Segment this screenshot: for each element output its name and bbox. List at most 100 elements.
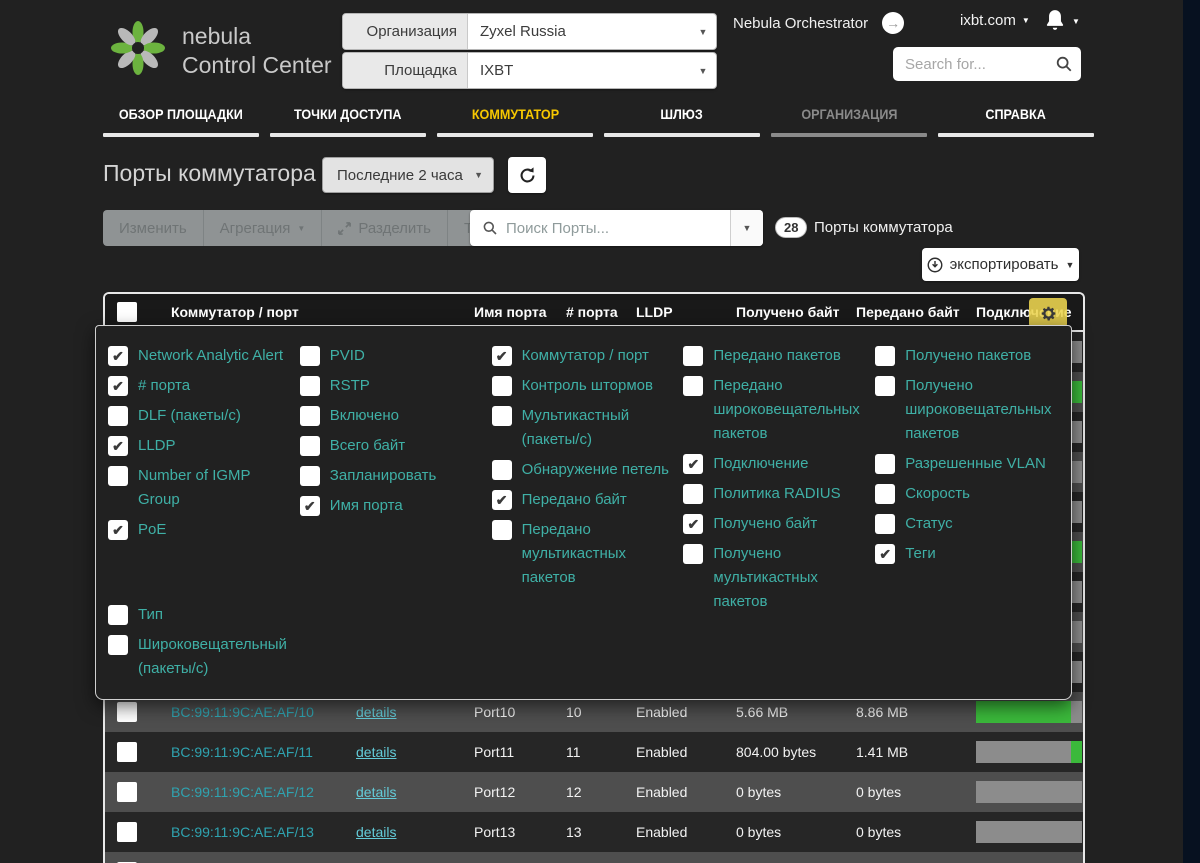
header-received[interactable]: Получено байт — [730, 304, 850, 320]
checkbox-unchecked[interactable] — [683, 544, 703, 564]
details-link[interactable]: details — [356, 824, 396, 840]
column-option[interactable]: Скорость — [875, 482, 1057, 506]
checkbox-unchecked[interactable] — [300, 406, 320, 426]
column-option[interactable]: PVID — [300, 344, 482, 368]
column-option[interactable]: ✔Получено байт — [683, 512, 865, 536]
column-option[interactable]: ✔Коммутатор / порт — [492, 344, 674, 368]
switch-port-link[interactable]: BC:99:11:9C:AE:AF/11 — [171, 744, 313, 760]
details-link[interactable]: details — [356, 704, 396, 720]
checkbox-unchecked[interactable] — [300, 436, 320, 456]
global-search-input[interactable]: Search for... — [893, 47, 1081, 81]
header-lldp[interactable]: LLDP — [630, 304, 730, 320]
column-option[interactable]: Number of IGMP Group — [108, 464, 290, 512]
column-option[interactable]: Передано широковещательных пакетов — [683, 374, 865, 446]
row-checkbox[interactable] — [117, 742, 137, 762]
checkbox-unchecked[interactable] — [875, 484, 895, 504]
column-option[interactable]: Обнаружение петель — [492, 458, 674, 482]
nav-tab-2[interactable]: ТОЧКИ ДОСТУПА — [270, 106, 426, 137]
column-option[interactable]: ✔Network Analytic Alert — [108, 344, 290, 368]
checkbox-checked[interactable]: ✔ — [108, 376, 128, 396]
nav-tab-5[interactable]: ОРГАНИЗАЦИЯ — [771, 106, 927, 137]
nav-tab-4[interactable]: ШЛЮЗ — [604, 106, 760, 137]
column-option[interactable]: Запланировать — [300, 464, 482, 488]
checkbox-checked[interactable]: ✔ — [683, 514, 703, 534]
column-option[interactable]: ✔# порта — [108, 374, 290, 398]
checkbox-unchecked[interactable] — [875, 376, 895, 396]
split-button[interactable]: Разделить — [322, 210, 448, 246]
header-port-name[interactable]: Имя порта — [468, 304, 560, 320]
checkbox-unchecked[interactable] — [108, 635, 128, 655]
checkbox-unchecked[interactable] — [683, 346, 703, 366]
details-link[interactable]: details — [356, 784, 396, 800]
refresh-button[interactable] — [508, 157, 546, 193]
column-option[interactable]: Разрешенные VLAN — [875, 452, 1057, 476]
column-option[interactable]: ✔Теги — [875, 542, 1057, 566]
checkbox-unchecked[interactable] — [300, 376, 320, 396]
switch-port-link[interactable]: BC:99:11:9C:AE:AF/12 — [171, 784, 314, 800]
switch-port-link[interactable]: BC:99:11:9C:AE:AF/10 — [171, 704, 314, 720]
site-selector[interactable]: Площадка IXBT ▼ — [342, 52, 717, 89]
organization-selector[interactable]: Организация Zyxel Russia ▼ — [342, 13, 717, 50]
port-search-input[interactable]: Поиск Порты... ▼ — [470, 210, 763, 246]
column-option[interactable]: ✔LLDP — [108, 434, 290, 458]
checkbox-unchecked[interactable] — [875, 514, 895, 534]
port-search-dropdown[interactable]: ▼ — [730, 210, 763, 246]
row-checkbox[interactable] — [117, 702, 137, 722]
column-option[interactable]: Получено мультикастных пакетов — [683, 542, 865, 614]
nav-tab-6[interactable]: СПРАВКА — [938, 106, 1094, 137]
aggregate-button[interactable]: Агрегация▼ — [204, 210, 323, 246]
column-option[interactable]: ✔PoE — [108, 518, 290, 542]
checkbox-checked[interactable]: ✔ — [108, 520, 128, 540]
checkbox-unchecked[interactable] — [875, 346, 895, 366]
row-checkbox[interactable] — [117, 822, 137, 842]
checkbox-unchecked[interactable] — [683, 484, 703, 504]
column-option[interactable]: Статус — [875, 512, 1057, 536]
notifications-menu[interactable]: ▼ — [1042, 6, 1080, 36]
checkbox-unchecked[interactable] — [492, 520, 512, 540]
switch-port-link[interactable]: BC:99:11:9C:AE:AF/13 — [171, 824, 314, 840]
orchestrator-link[interactable]: Nebula Orchestrator → — [733, 12, 904, 34]
header-switch-port[interactable]: Коммутатор / порт — [151, 304, 356, 320]
column-option[interactable]: Передано мультикастных пакетов — [492, 518, 674, 590]
select-all-checkbox[interactable] — [117, 302, 137, 322]
checkbox-unchecked[interactable] — [300, 346, 320, 366]
column-option[interactable]: Тип — [108, 603, 290, 627]
checkbox-unchecked[interactable] — [492, 406, 512, 426]
orchestrator-arrow-icon[interactable]: → — [882, 12, 904, 34]
checkbox-unchecked[interactable] — [108, 466, 128, 486]
column-settings-button[interactable] — [1029, 298, 1067, 328]
column-option[interactable]: Широковещательный (пакеты/с) — [108, 633, 290, 681]
checkbox-unchecked[interactable] — [683, 376, 703, 396]
checkbox-unchecked[interactable] — [875, 454, 895, 474]
column-option[interactable]: Получено пакетов — [875, 344, 1057, 368]
column-option[interactable]: RSTP — [300, 374, 482, 398]
column-option[interactable]: Мультикастный (пакеты/с) — [492, 404, 674, 452]
header-sent[interactable]: Передано байт — [850, 304, 976, 320]
column-option[interactable]: Политика RADIUS — [683, 482, 865, 506]
row-checkbox[interactable] — [117, 782, 137, 802]
details-link[interactable]: details — [356, 744, 396, 760]
checkbox-unchecked[interactable] — [300, 466, 320, 486]
checkbox-unchecked[interactable] — [492, 460, 512, 480]
nav-tab-1[interactable]: ОБЗОР ПЛОЩАДКИ — [103, 106, 259, 137]
time-range-select[interactable]: Последние 2 часа ▼ — [322, 157, 494, 193]
account-menu[interactable]: ixbt.com ▼ — [960, 12, 1030, 29]
column-option[interactable]: ✔Подключение — [683, 452, 865, 476]
checkbox-checked[interactable]: ✔ — [875, 544, 895, 564]
column-option[interactable]: Получено широковещательных пакетов — [875, 374, 1057, 446]
checkbox-unchecked[interactable] — [108, 605, 128, 625]
header-port-num[interactable]: # порта — [560, 304, 630, 320]
checkbox-unchecked[interactable] — [492, 376, 512, 396]
column-option[interactable]: Передано пакетов — [683, 344, 865, 368]
export-button[interactable]: экспортировать ▼ — [922, 248, 1079, 281]
nav-tab-3[interactable]: КОММУТАТОР — [437, 106, 593, 137]
checkbox-checked[interactable]: ✔ — [300, 496, 320, 516]
checkbox-checked[interactable]: ✔ — [683, 454, 703, 474]
checkbox-unchecked[interactable] — [108, 406, 128, 426]
checkbox-checked[interactable]: ✔ — [492, 490, 512, 510]
column-option[interactable]: DLF (пакеты/с) — [108, 404, 290, 428]
column-option[interactable]: Контроль штормов — [492, 374, 674, 398]
column-option[interactable]: Всего байт — [300, 434, 482, 458]
edit-button[interactable]: Изменить — [103, 210, 204, 246]
column-option[interactable]: ✔Передано байт — [492, 488, 674, 512]
